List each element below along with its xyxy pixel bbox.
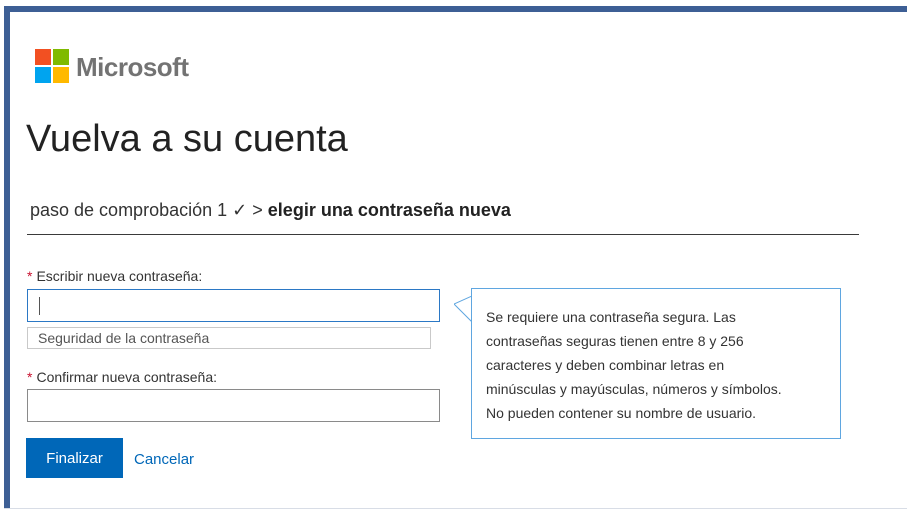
logo-square-green [53,49,69,65]
confirm-password-label: * Confirmar nueva contraseña: [27,369,217,385]
tooltip-pointer-icon [454,296,472,322]
new-password-label: * Escribir nueva contraseña: [27,268,202,284]
password-requirements-tooltip: Se requiere una contraseña segura. Las c… [471,288,841,439]
cancel-link[interactable]: Cancelar [134,451,194,468]
window-frame-bottom [4,508,907,514]
microsoft-logo-icon [35,49,69,83]
step-separator: > [252,200,263,220]
tooltip-line: contraseñas seguras tienen entre 8 y 256 [486,333,744,349]
new-password-input[interactable] [27,289,440,322]
progress-steps: paso de comprobación 1 ✓ > elegir una co… [30,200,511,221]
logo-square-blue [35,67,51,83]
brand-name: Microsoft [76,52,189,82]
window-frame-top [4,6,907,12]
password-strength-meter: Seguridad de la contraseña [27,327,431,349]
confirm-password-label-text: Confirmar nueva contraseña: [36,369,217,385]
required-mark: * [27,369,33,385]
tooltip-line: Se requiere una contraseña segura. Las [486,309,736,325]
step-current: elegir una contraseña nueva [267,200,511,220]
checkmark-icon: ✓ [232,200,248,220]
page-title: Vuelva a su cuenta [26,118,348,160]
tooltip-line: caracteres y deben combinar letras en [486,357,725,373]
required-mark: * [27,268,33,284]
text-caret [39,297,40,315]
tooltip-line: No pueden contener su nombre de usuario. [486,405,757,421]
password-strength-label: Seguridad de la contraseña [38,330,210,346]
divider [27,234,859,235]
step-verification: paso de comprobación 1 [30,200,228,220]
confirm-password-input[interactable] [27,389,440,422]
logo-square-yellow [53,67,69,83]
window-frame-left [4,6,10,513]
new-password-label-text: Escribir nueva contraseña: [36,268,203,284]
logo-square-red [35,49,51,65]
tooltip-line: minúsculas y mayúsculas, números y símbo… [486,381,782,397]
finish-button[interactable]: Finalizar [26,438,123,478]
